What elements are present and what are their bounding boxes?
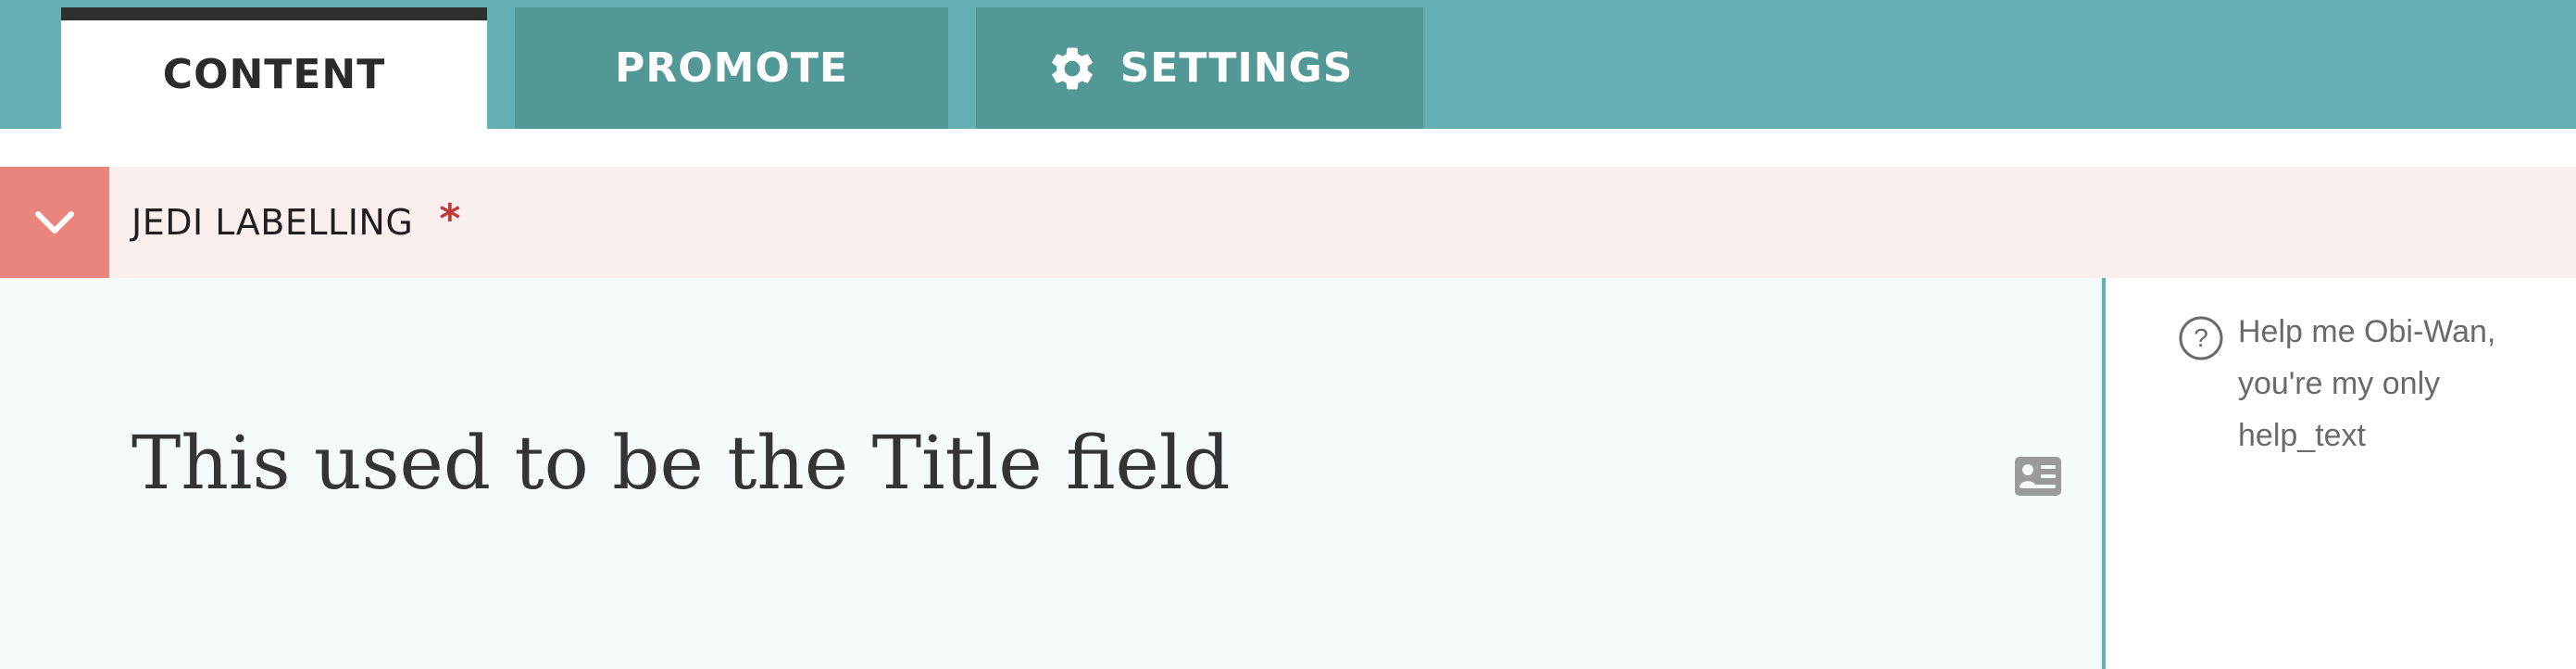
gear-icon bbox=[1051, 47, 1093, 89]
tab-promote[interactable]: PROMOTE bbox=[515, 7, 948, 129]
question-circle-icon: ? bbox=[2179, 316, 2223, 360]
section-title: JEDI LABELLING bbox=[131, 202, 414, 243]
required-mark: * bbox=[439, 195, 461, 243]
collapse-button[interactable] bbox=[0, 167, 109, 278]
tab-content[interactable]: CONTENT bbox=[61, 7, 487, 129]
tab-content-label: CONTENT bbox=[162, 51, 386, 98]
title-field[interactable]: This used to be the Title field bbox=[0, 278, 2102, 669]
svg-text:?: ? bbox=[2194, 323, 2208, 352]
section-label: JEDI LABELLING * bbox=[131, 167, 461, 278]
section-header[interactable]: JEDI LABELLING * bbox=[0, 167, 2576, 278]
tab-promote-label: PROMOTE bbox=[615, 44, 848, 92]
tab-settings[interactable]: SETTINGS bbox=[976, 7, 1423, 129]
help-text: Help me Obi-Wan, you're my only help_tex… bbox=[2238, 314, 2496, 453]
tab-bar: CONTENT PROMOTE SETTINGS bbox=[0, 0, 2576, 129]
contact-card-icon[interactable] bbox=[2015, 457, 2061, 496]
tab-settings-label: SETTINGS bbox=[1119, 44, 1354, 92]
help-panel: ? Help me Obi-Wan, you're my only help_t… bbox=[2106, 278, 2576, 669]
title-field-value[interactable]: This used to be the Title field bbox=[131, 426, 1231, 500]
chevron-down-icon bbox=[35, 211, 74, 234]
